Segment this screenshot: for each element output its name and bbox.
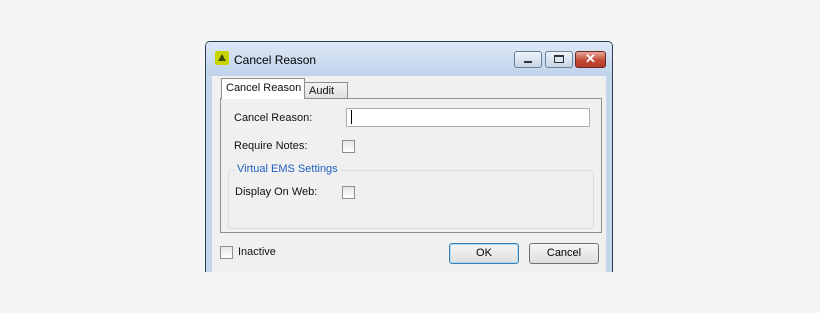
- cancel-reason-dialog: Cancel Reason ✕ Cancel Reason Audit Canc…: [205, 41, 613, 272]
- inactive-checkbox[interactable]: [220, 246, 233, 259]
- dialog-client-area: Cancel Reason Audit Cancel Reason: Requi…: [212, 76, 606, 272]
- cancel-reason-input[interactable]: [346, 108, 590, 127]
- display-on-web-checkbox[interactable]: [342, 186, 355, 199]
- minimize-icon: [524, 61, 532, 63]
- cancel-button[interactable]: Cancel: [529, 243, 599, 264]
- cancel-reason-label: Cancel Reason:: [234, 112, 313, 124]
- virtual-ems-settings-title: Virtual EMS Settings: [235, 163, 340, 175]
- virtual-ems-settings-group: Virtual EMS Settings Display On Web:: [228, 163, 594, 229]
- inactive-label: Inactive: [238, 246, 276, 258]
- require-notes-checkbox[interactable]: [342, 140, 355, 153]
- text-caret: [351, 110, 352, 124]
- maximize-icon: [554, 55, 564, 63]
- minimize-button[interactable]: [514, 51, 542, 68]
- ok-button[interactable]: OK: [449, 243, 519, 264]
- display-on-web-label: Display On Web:: [235, 186, 318, 198]
- close-button[interactable]: ✕: [575, 51, 606, 68]
- tab-cancel-reason[interactable]: Cancel Reason: [221, 78, 305, 99]
- maximize-button[interactable]: [545, 51, 573, 68]
- title-bar[interactable]: Cancel Reason ✕: [206, 42, 612, 76]
- require-notes-label: Require Notes:: [234, 140, 308, 152]
- ems-app-icon: [215, 51, 229, 65]
- window-title: Cancel Reason: [234, 53, 317, 67]
- close-icon: ✕: [585, 51, 596, 66]
- tab-panel-cancel-reason: Cancel Reason: Require Notes: Virtual EM…: [220, 98, 602, 233]
